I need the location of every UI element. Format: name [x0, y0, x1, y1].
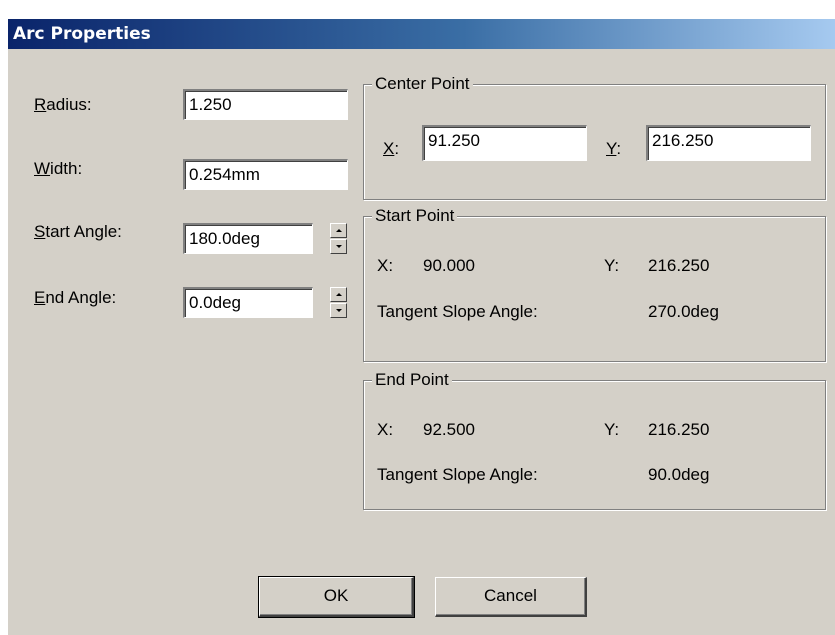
- start-y-value: 216.250: [648, 256, 710, 275]
- end-y-value: 216.250: [648, 420, 710, 439]
- start-angle-spinner[interactable]: [330, 223, 347, 254]
- start-angle-label: Start Angle:: [34, 222, 122, 241]
- radius-input[interactable]: 1.250: [183, 89, 348, 120]
- start-point-title: Start Point: [372, 206, 458, 226]
- end-angle-up-button[interactable]: [330, 287, 347, 302]
- end-tangent-label: Tangent Slope Angle:: [377, 465, 538, 484]
- ok-button[interactable]: OK: [258, 576, 415, 618]
- start-x-label: X:: [377, 256, 394, 275]
- end-angle-input[interactable]: 0.0deg: [183, 287, 313, 318]
- arrow-up-icon: [336, 293, 342, 296]
- dialog-title: Arc Properties: [13, 24, 151, 44]
- center-y-label: Y:: [606, 139, 622, 158]
- center-x-label: X:: [383, 139, 400, 158]
- end-angle-down-button[interactable]: [330, 303, 347, 318]
- center-x-input[interactable]: 91.250: [422, 125, 587, 161]
- arrow-down-icon: [336, 309, 342, 312]
- arc-properties-dialog: Arc Properties Radius: 1.250 Width: 0.25…: [7, 18, 835, 635]
- end-angle-spinner[interactable]: [330, 287, 347, 318]
- start-y-label: Y:: [604, 256, 620, 275]
- start-tangent-value: 270.0deg: [648, 302, 719, 321]
- start-angle-down-button[interactable]: [330, 239, 347, 254]
- start-angle-up-button[interactable]: [330, 223, 347, 238]
- arrow-up-icon: [336, 229, 342, 232]
- start-x-value: 90.000: [423, 256, 475, 275]
- start-point-group: Start Point: [363, 206, 826, 362]
- end-point-title: End Point: [372, 370, 452, 390]
- radius-label: Radius:: [34, 95, 92, 114]
- end-x-label: X:: [377, 420, 394, 439]
- end-angle-label: End Angle:: [34, 288, 117, 307]
- start-tangent-label: Tangent Slope Angle:: [377, 302, 538, 321]
- center-point-title: Center Point: [372, 74, 473, 94]
- width-input[interactable]: 0.254mm: [183, 159, 348, 190]
- center-y-input[interactable]: 216.250: [646, 125, 811, 161]
- cancel-button[interactable]: Cancel: [435, 577, 587, 617]
- end-y-label: Y:: [604, 420, 620, 439]
- end-tangent-value: 90.0deg: [648, 465, 710, 484]
- title-bar[interactable]: Arc Properties: [8, 19, 835, 49]
- start-angle-input[interactable]: 180.0deg: [183, 223, 313, 254]
- end-point-group: End Point: [363, 370, 826, 510]
- width-label: Width:: [34, 159, 83, 178]
- arrow-down-icon: [336, 245, 342, 248]
- end-x-value: 92.500: [423, 420, 475, 439]
